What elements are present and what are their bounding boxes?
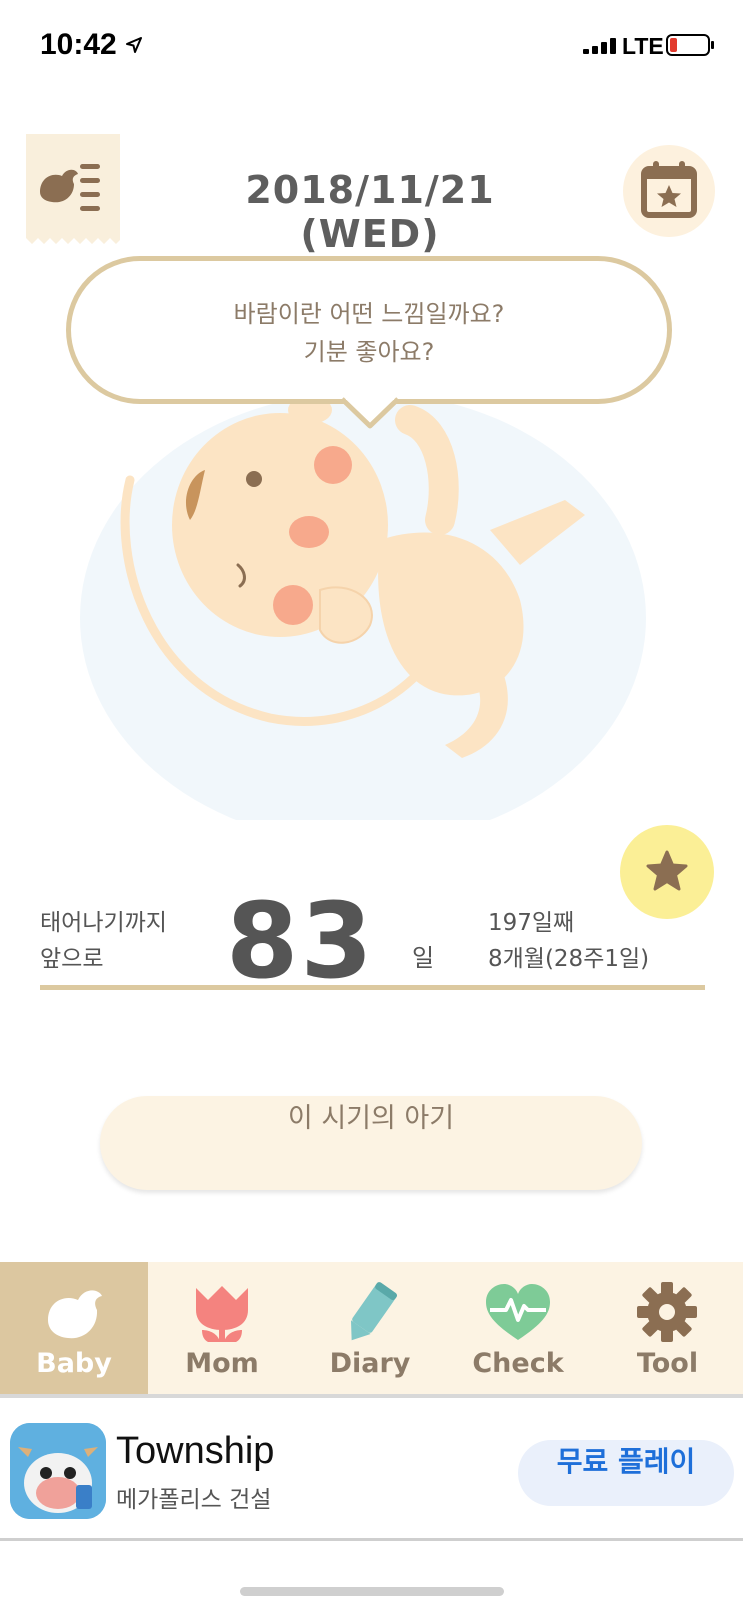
speech-line-1: 바람이란 어떤 느낌일까요? [233, 300, 505, 328]
network-type: LTE [622, 33, 664, 59]
baby-illustration [80, 400, 646, 820]
tab-diary-label: Diary [329, 1348, 411, 1379]
countdown-unit: 일 [412, 944, 435, 972]
home-indicator[interactable] [240, 1587, 504, 1596]
bird-menu-icon [26, 164, 120, 246]
cow-mascot-icon [10, 1423, 106, 1519]
tab-mom[interactable]: Mom [148, 1262, 296, 1394]
heartbeat-icon [486, 1284, 550, 1340]
pregnancy-info: 197일째 8개월(28주1일) [488, 905, 649, 977]
tab-baby-label: Baby [36, 1348, 112, 1379]
baby-this-period-button[interactable]: 이 시기의 아기 [100, 1096, 642, 1190]
status-time: 10:42 [40, 28, 117, 61]
ad-bottom-divider [0, 1538, 743, 1541]
tab-check[interactable]: Check [444, 1262, 592, 1394]
tab-baby[interactable]: Baby [0, 1262, 148, 1394]
township-app-icon[interactable] [10, 1423, 106, 1519]
speech-bubble-text: 바람이란 어떤 느낌일까요? 기분 좋아요? [71, 295, 667, 371]
speech-line-2: 기분 좋아요? [303, 338, 435, 366]
tab-diary[interactable]: Diary [296, 1262, 444, 1394]
calendar-star-icon [641, 161, 697, 218]
ad-subtitle: 메가폴리스 건설 [116, 1487, 272, 1513]
countdown-label-line1: 태어나기까지 [40, 910, 167, 936]
tab-check-label: Check [472, 1348, 564, 1379]
page-date: 2018/11/21 (WED) [245, 168, 495, 256]
tab-mom-label: Mom [185, 1348, 259, 1379]
countdown-label: 태어나기까지 앞으로 [40, 905, 167, 977]
pencil-icon [350, 1282, 398, 1341]
tab-bar: Baby Mom Diary Check Tool [0, 1262, 743, 1394]
tulip-icon [196, 1286, 248, 1342]
speech-bubble-tail [340, 396, 400, 429]
countdown-label-line2: 앞으로 [40, 946, 104, 972]
tab-tool[interactable]: Tool [592, 1262, 743, 1394]
ad-title: Township [116, 1430, 275, 1472]
divider [40, 985, 705, 990]
gear-icon [637, 1282, 697, 1342]
location-arrow-icon [126, 37, 142, 53]
countdown-days: 83 [226, 880, 375, 1002]
speech-bubble: 바람이란 어떤 느낌일까요? 기분 좋아요? [66, 256, 672, 404]
ad-play-button[interactable]: 무료 플레이 [518, 1440, 734, 1506]
menu-button[interactable] [26, 134, 120, 246]
bird-icon [48, 1290, 102, 1339]
pregnancy-day-count: 197일째 [488, 910, 575, 936]
tab-tool-label: Tool [636, 1348, 699, 1379]
signal-bars-icon [583, 38, 616, 54]
pregnancy-month-week: 8개월(28주1일) [488, 946, 650, 972]
calendar-button[interactable] [623, 145, 715, 237]
battery-icon [666, 34, 714, 56]
